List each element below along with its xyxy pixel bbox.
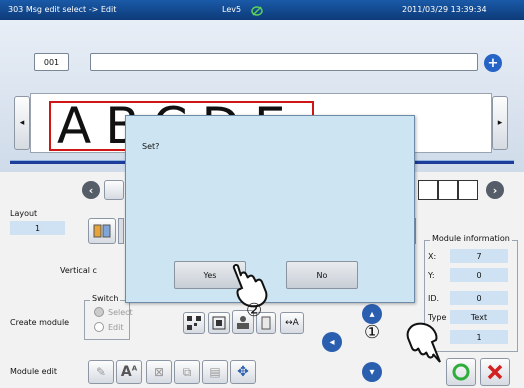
copy-button[interactable]: ⧉ xyxy=(174,360,200,384)
edit-radio[interactable] xyxy=(94,322,104,332)
message-text-field[interactable] xyxy=(90,53,478,71)
info-key-y: Y: xyxy=(428,271,435,280)
switch-group xyxy=(84,300,130,340)
toolbar-slot-button[interactable] xyxy=(104,180,124,200)
select-option-label: Select xyxy=(108,308,133,317)
screen-title: 303 Msg edit select -> Edit xyxy=(8,5,117,14)
select-radio[interactable] xyxy=(94,307,104,317)
datetime: 2011/03/29 13:39:34 xyxy=(402,5,487,14)
delete-icon: ⊠ xyxy=(153,365,165,379)
title-bar: 303 Msg edit select -> Edit Lev5 2011/03… xyxy=(0,0,524,20)
layout-value[interactable]: 1 xyxy=(10,221,65,235)
info-value-row5: 1 xyxy=(450,330,508,344)
barcode-icon xyxy=(212,316,226,330)
step-2-marker: ② xyxy=(246,300,263,321)
module-edit-label: Module edit xyxy=(10,367,57,376)
pencil-button[interactable]: ✎ xyxy=(88,360,114,384)
layout-label: Layout xyxy=(10,209,38,218)
message-number-field[interactable]: 001 xyxy=(34,53,69,71)
arrow-left-icon[interactable]: ◂ xyxy=(322,332,342,352)
delete-button[interactable]: ⊠ xyxy=(146,360,172,384)
user-level: Lev5 xyxy=(222,5,242,14)
barcode-button[interactable] xyxy=(208,312,230,334)
pencil-icon: ✎ xyxy=(95,365,107,379)
switch-label: Switch xyxy=(90,294,121,303)
dialog-prompt: Set? xyxy=(142,142,160,151)
paste-button[interactable]: ▤ xyxy=(202,360,228,384)
chevron-right-icon[interactable]: › xyxy=(486,181,504,199)
chevron-left-icon[interactable]: ‹ xyxy=(82,181,100,199)
paste-icon: ▤ xyxy=(209,365,221,379)
ok-button[interactable] xyxy=(446,358,476,386)
arrow-up-icon[interactable]: ▴ xyxy=(362,304,382,324)
info-value-type: Text xyxy=(450,310,508,324)
plus-icon[interactable]: + xyxy=(484,54,502,72)
create-module-label: Create module xyxy=(10,318,70,327)
step-1-marker: ① xyxy=(364,322,381,343)
cancel-icon xyxy=(487,364,503,380)
info-key-id: ID. xyxy=(428,294,440,303)
scroll-right-button[interactable]: ▸ xyxy=(492,96,508,150)
slot-box-2[interactable] xyxy=(438,180,458,200)
move-icon: ✥ xyxy=(237,364,249,380)
qr-code-icon xyxy=(187,316,201,330)
slot-box-3[interactable] xyxy=(458,180,478,200)
stretch-button[interactable]: ↔A xyxy=(280,312,304,334)
scroll-left-button[interactable]: ◂ xyxy=(14,96,30,150)
info-value-x: 7 xyxy=(450,249,508,263)
module-info-title: Module information xyxy=(430,234,512,243)
font-size-button[interactable]: AA xyxy=(116,360,142,384)
info-value-id: 0 xyxy=(450,291,508,305)
layout-button-2[interactable] xyxy=(118,218,124,244)
info-key-x: X: xyxy=(428,252,437,261)
hand-pointer-icon-2 xyxy=(406,322,441,363)
move-button[interactable]: ✥ xyxy=(230,360,256,384)
slot-box-1[interactable] xyxy=(418,180,438,200)
info-value-y: 0 xyxy=(450,268,508,282)
copy-icon: ⧉ xyxy=(182,364,192,379)
ok-icon xyxy=(452,363,470,381)
font-size-icon: AA xyxy=(120,364,138,380)
stretch-icon: ↔A xyxy=(285,318,299,328)
no-button[interactable]: No xyxy=(286,261,358,289)
vertical-label: Vertical c xyxy=(60,266,97,275)
layout-button[interactable] xyxy=(88,218,116,244)
arrow-down-icon[interactable]: ▾ xyxy=(362,362,382,382)
layout-icon xyxy=(93,224,111,238)
cancel-button[interactable] xyxy=(480,358,510,386)
qr-code-button[interactable] xyxy=(183,312,205,334)
lock-icon xyxy=(251,6,263,16)
edit-option-label: Edit xyxy=(108,323,124,332)
